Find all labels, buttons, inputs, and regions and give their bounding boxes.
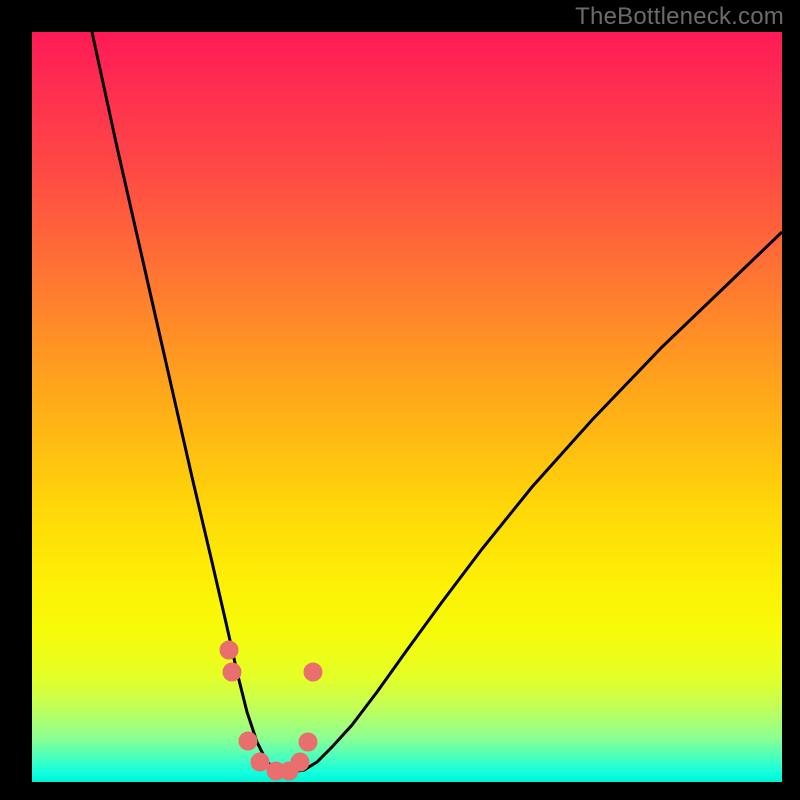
curve-layer [32,32,782,782]
bottleneck-curve [92,32,782,772]
plot-area [32,32,782,782]
chart-frame: TheBottleneck.com [0,0,800,800]
watermark-text: TheBottleneck.com [575,3,784,31]
